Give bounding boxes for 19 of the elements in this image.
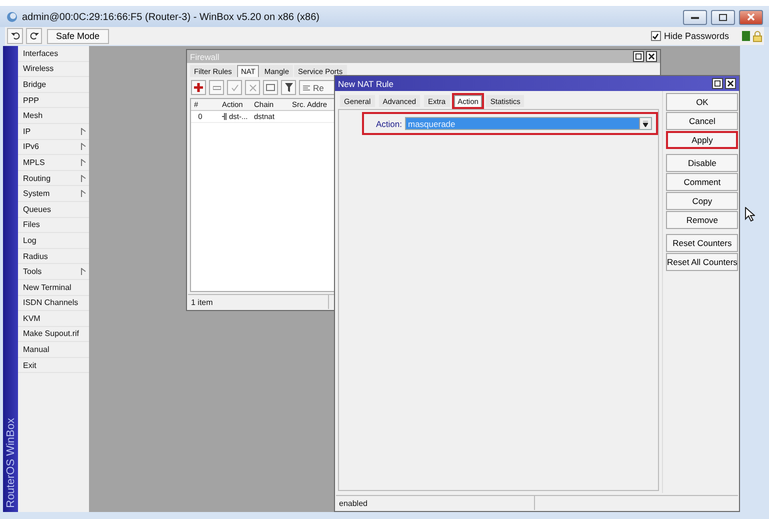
action-button[interactable]: OK (666, 93, 738, 111)
action-button[interactable]: Remove (666, 211, 738, 229)
nat-rule-title: New NAT Rule (338, 78, 394, 88)
toolbar-button[interactable]: Re (299, 80, 337, 95)
action-button[interactable]: Apply (666, 131, 738, 149)
status-text: enabled (338, 498, 368, 510)
status-text: 1 item (190, 296, 214, 308)
brand-text: RouterOS WinBox (4, 417, 16, 510)
action-button[interactable]: Cancel (666, 112, 738, 130)
safe-mode-button[interactable]: Safe Mode (47, 28, 109, 44)
action-button[interactable]: Disable (666, 154, 738, 172)
action-button[interactable]: Comment (666, 173, 738, 191)
window-title: admin@00:0C:29:16:66:F5 (Router-3) - WinBox v5.20 on x86 (x86) (22, 12, 321, 22)
action-button[interactable]: Reset Counters (666, 234, 738, 252)
firewall-title: Firewall (190, 52, 220, 62)
action-button[interactable]: Reset All Counters (666, 253, 738, 271)
action-button[interactable]: Copy (666, 192, 738, 210)
action-label: Action: (376, 118, 402, 128)
hide-passwords-label: Hide Passwords (664, 31, 729, 41)
